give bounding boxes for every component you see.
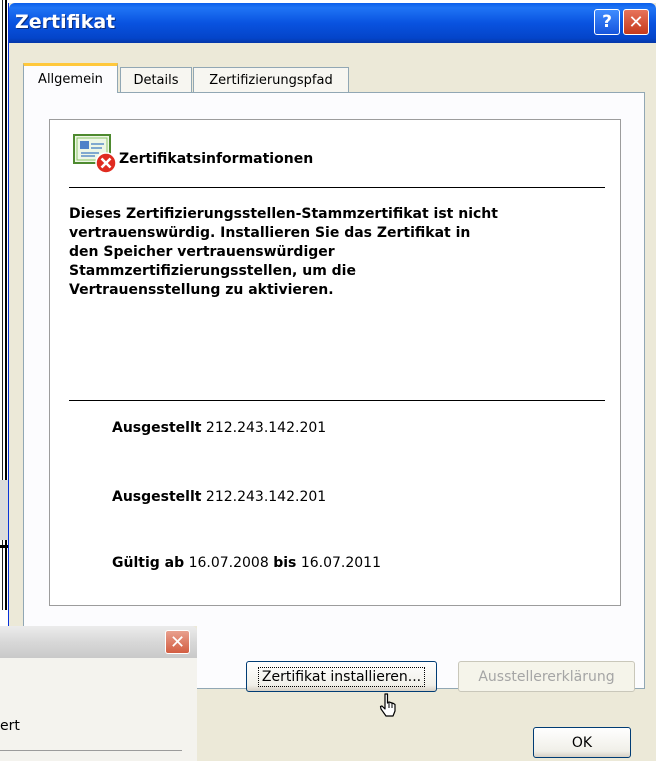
warning-line: Vertrauensstellung zu aktivieren. <box>69 282 334 298</box>
warning-line: Dieses Zertifizierungsstellen-Stammzerti… <box>69 206 498 222</box>
close-button[interactable]: ✕ <box>623 9 649 35</box>
tab-panel-allgemein: Zertifikatsinformationen Dieses Zertifiz… <box>23 92 645 692</box>
close-icon: ✕ <box>628 11 644 33</box>
warning-line: vertrauenswürdig. Installieren Sie das Z… <box>69 225 471 241</box>
background-dialog-text: ert <box>0 718 20 734</box>
issued-to-label: Ausgestellt <box>112 420 202 436</box>
issued-by-value: 212.243.142.201 <box>205 489 327 505</box>
question-icon: ? <box>602 12 612 32</box>
background-dialog-separator <box>0 750 182 751</box>
ok-button[interactable]: OK <box>533 727 631 758</box>
valid-from-label: Gültig ab <box>112 555 185 571</box>
background-dialog-close-button[interactable]: ✕ <box>165 630 190 654</box>
tab-allgemein[interactable]: Allgemein <box>23 63 118 93</box>
mouse-cursor-icon <box>379 693 396 717</box>
tab-zertifizierungspfad[interactable]: Zertifizierungspfad <box>193 67 349 93</box>
issued-by-label: Ausgestellt <box>112 489 202 505</box>
trust-warning-text: Dieses Zertifizierungsstellen-Stammzerti… <box>69 205 589 300</box>
warning-line: Stammzertifizierungsstellen, um die <box>69 263 356 279</box>
issued-by-row: Ausgestellt 212.243.142.201 <box>112 489 326 505</box>
background-dialog-titlebar: ✕ <box>0 626 197 658</box>
install-certificate-button[interactable]: Zertifikat installieren... <box>246 661 437 692</box>
certificate-error-icon <box>73 134 117 174</box>
install-certificate-label: Zertifikat installieren... <box>257 666 426 687</box>
warning-line: den Speicher vertrauenswürdiger <box>69 244 335 260</box>
valid-to-label: bis <box>273 555 297 571</box>
background-dialog-body <box>0 658 197 761</box>
title-bar[interactable]: Zertifikat ? ✕ <box>9 3 656 43</box>
close-icon: ✕ <box>169 631 186 653</box>
section-title: Zertifikatsinformationen <box>119 151 314 167</box>
valid-from-value: 16.07.2008 <box>188 555 269 571</box>
issued-to-row: Ausgestellt 212.243.142.201 <box>112 420 326 436</box>
validity-row: Gültig ab 16.07.2008 bis 16.07.2011 <box>112 555 381 571</box>
valid-to-value: 16.07.2011 <box>300 555 381 571</box>
issuer-statement-button: Ausstellererklärung <box>458 661 635 692</box>
help-button[interactable]: ? <box>594 9 620 35</box>
separator <box>69 187 605 188</box>
tab-details[interactable]: Details <box>120 67 192 93</box>
certificate-info-box: Zertifikatsinformationen Dieses Zertifiz… <box>49 119 621 606</box>
separator <box>69 400 605 401</box>
issued-to-value: 212.243.142.201 <box>205 420 327 436</box>
dialog-title: Zertifikat <box>15 11 116 33</box>
background-dialog: ✕ ert <box>0 626 197 761</box>
